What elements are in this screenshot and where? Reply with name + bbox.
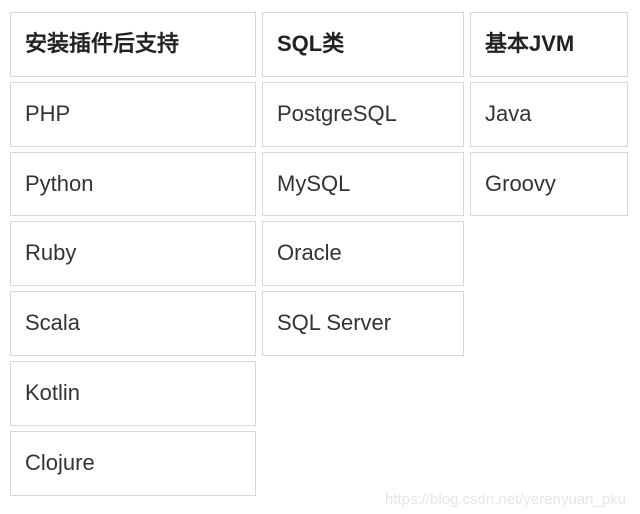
table-cell: PostgreSQL	[262, 82, 464, 147]
table-cell: PHP	[10, 82, 256, 147]
table-cell: MySQL	[262, 152, 464, 217]
column-header: 安装插件后支持	[10, 12, 256, 77]
column-header: SQL类	[262, 12, 464, 77]
column-sql: SQL类 PostgreSQL MySQL Oracle SQL Server	[262, 12, 464, 356]
table-cell: Python	[10, 152, 256, 217]
table-cell: Oracle	[262, 221, 464, 286]
table-cell: Scala	[10, 291, 256, 356]
table-cell: SQL Server	[262, 291, 464, 356]
language-support-table: 安装插件后支持 PHP Python Ruby Scala Kotlin Clo…	[10, 12, 630, 496]
column-jvm: 基本JVM Java Groovy	[470, 12, 628, 216]
watermark-text: https://blog.csdn.net/yerenyuan_pku	[385, 491, 626, 508]
table-cell: Clojure	[10, 431, 256, 496]
table-cell: Ruby	[10, 221, 256, 286]
table-cell: Kotlin	[10, 361, 256, 426]
column-header: 基本JVM	[470, 12, 628, 77]
column-plugin-support: 安装插件后支持 PHP Python Ruby Scala Kotlin Clo…	[10, 12, 256, 496]
table-cell: Groovy	[470, 152, 628, 217]
table-cell: Java	[470, 82, 628, 147]
